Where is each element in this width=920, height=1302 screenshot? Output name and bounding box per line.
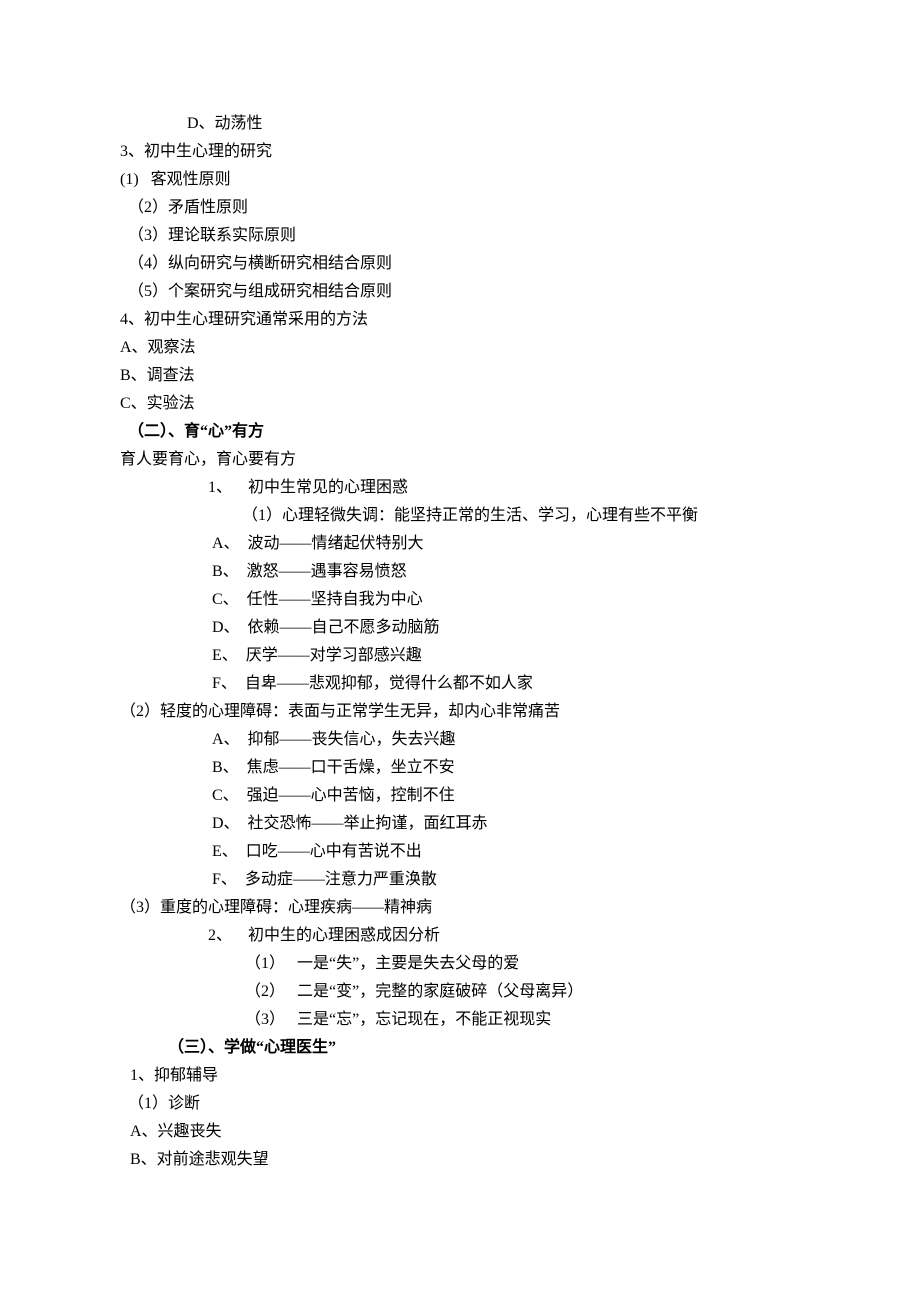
text-line: F、 自卑——悲观抑郁，觉得什么都不如人家 [120, 670, 800, 698]
text-line: （1） 一是“失”，主要是失去父母的爱 [120, 950, 800, 978]
text-line: E、 口吃——心中有苦说不出 [120, 838, 800, 866]
text-line: （二）、育“心”有方 [120, 418, 800, 446]
text-line: C、 任性——坚持自我为中心 [120, 586, 800, 614]
text-line: （2）矛盾性原则 [120, 194, 800, 222]
text-line: （1）心理轻微失调：能坚持正常的生活、学习，心理有些不平衡 [120, 502, 800, 530]
text-line: C、实验法 [120, 390, 800, 418]
text-line: （3）理论联系实际原则 [120, 222, 800, 250]
text-line: A、兴趣丧失 [120, 1118, 800, 1146]
text-line: (1) 客观性原则 [120, 166, 800, 194]
text-line: C、 强迫——心中苦恼，控制不住 [120, 782, 800, 810]
text-line: （1）诊断 [120, 1090, 800, 1118]
text-line: 2、 初中生的心理困惑成因分析 [120, 922, 800, 950]
text-line: （3）重度的心理障碍：心理疾病——精神病 [120, 894, 800, 922]
text-line: A、 波动——情绪起伏特别大 [120, 530, 800, 558]
text-line: 1、 初中生常见的心理困惑 [120, 474, 800, 502]
text-line: 育人要育心，育心要有方 [120, 446, 800, 474]
text-line: D、 社交恐怖——举止拘谨，面红耳赤 [120, 810, 800, 838]
text-line: F、 多动症——注意力严重涣散 [120, 866, 800, 894]
text-line: D、动荡性 [120, 110, 800, 138]
text-line: （5）个案研究与组成研究相结合原则 [120, 278, 800, 306]
text-line: A、 抑郁——丧失信心，失去兴趣 [120, 726, 800, 754]
text-line: E、 厌学——对学习部感兴趣 [120, 642, 800, 670]
document-page: D、动荡性3、初中生心理的研究(1) 客观性原则（2）矛盾性原则（3）理论联系实… [0, 0, 920, 1254]
text-line: 3、初中生心理的研究 [120, 138, 800, 166]
text-line: （4）纵向研究与横断研究相结合原则 [120, 250, 800, 278]
text-line: （三）、学做“心理医生” [120, 1034, 800, 1062]
text-line: （2）轻度的心理障碍：表面与正常学生无异，却内心非常痛苦 [120, 698, 800, 726]
text-line: 1、抑郁辅导 [120, 1062, 800, 1090]
text-line: D、 依赖——自己不愿多动脑筋 [120, 614, 800, 642]
text-line: （3） 三是“忘”，忘记现在，不能正视现实 [120, 1006, 800, 1034]
text-line: B、对前途悲观失望 [120, 1146, 800, 1174]
text-line: B、 焦虑——口干舌燥，坐立不安 [120, 754, 800, 782]
text-line: B、 激怒——遇事容易愤怒 [120, 558, 800, 586]
text-line: B、调查法 [120, 362, 800, 390]
text-line: 4、初中生心理研究通常采用的方法 [120, 306, 800, 334]
text-line: A、观察法 [120, 334, 800, 362]
text-line: （2） 二是“变”，完整的家庭破碎（父母离异） [120, 978, 800, 1006]
